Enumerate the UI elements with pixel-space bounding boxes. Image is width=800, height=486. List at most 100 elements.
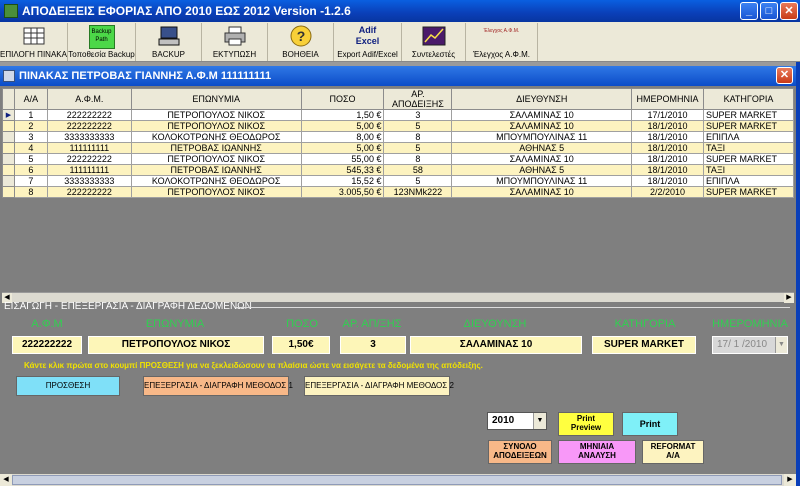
column-header[interactable]: Α.Φ.Μ. [46,88,132,110]
table-cell[interactable]: 545,33 € [300,164,385,176]
table-cell[interactable]: ΠΕΤΡΟΒΑΣ ΙΩΑΝΝΗΣ [130,142,302,154]
table-cell[interactable]: 8 [383,131,453,143]
toolbar-print-button[interactable]: ΕΚΤΥΠΩΣΗ [202,23,268,61]
row-selector[interactable] [2,120,15,132]
total-receipts-button[interactable]: ΣΥΝΟΛΟ ΑΠΟΔΕΙΞΕΩΝ [488,440,552,464]
table-cell[interactable]: ΣΑΛΑΜΙΝΑΣ 10 [451,153,633,165]
table-cell[interactable]: ΠΕΤΡΟΒΑΣ ΙΩΑΝΝΗΣ [130,164,302,176]
table-row[interactable]: 3 3333333333 ΚΟΛΟΚΟΤΡΩΝΗΣ ΘΕΟΔΩΡΟΣ 8,00 €8 Μ… [2,131,794,143]
table-cell[interactable]: 18/1/2010 [631,175,704,187]
table-cell[interactable]: 222222222 [46,153,132,165]
scroll-right-arrow-icon[interactable]: ▶ [784,293,794,303]
row-selector[interactable] [2,153,15,165]
table-window-close-button[interactable]: ✕ [776,67,793,84]
table-cell[interactable]: 111111111 [46,142,132,154]
receipts-grid[interactable]: Α/Α Α.Φ.Μ. ΕΠΩΝΥΜΙΑ ΠΟΣΟ ΑΡ. ΑΠΟΔΕΙΞΗΣ Δ… [2,88,794,296]
table-cell[interactable]: ΑΘΗΝΑΣ 5 [451,164,633,176]
chevron-down-icon[interactable]: ▼ [533,413,546,429]
table-cell[interactable]: ΜΠΟΥΜΠΟΥΛΙΝΑΣ 11 [451,175,633,187]
table-row[interactable]: 4 111111111 ΠΕΤΡΟΒΑΣ ΙΩΑΝΝΗΣ 5,00 €5 ΑΘΗΝΑΣ … [2,142,794,154]
table-cell[interactable]: SUPER MARKET [703,153,794,165]
maximize-button[interactable]: □ [760,2,778,20]
column-header[interactable]: ΠΟΣΟ [300,88,385,110]
table-row[interactable]: 8 222222222 ΠΕΤΡΟΠΟΥΛΟΣ ΝΙΚΟΣ 3.005,50 €123… [2,186,794,198]
scroll-right-arrow-icon[interactable]: ▶ [784,474,796,486]
table-cell[interactable]: 222222222 [46,186,132,198]
table-row[interactable]: 5 222222222 ΠΕΤΡΟΠΟΥΛΟΣ ΝΙΚΟΣ 55,00 €8 ΣΑΛΑΜ… [2,153,794,165]
table-cell[interactable]: ΣΑΛΑΜΙΝΑΣ 10 [451,109,633,121]
table-cell[interactable]: 18/1/2010 [631,131,704,143]
column-header[interactable]: Α/Α [13,88,48,110]
category-field[interactable]: SUPER MARKET [592,336,696,354]
table-cell[interactable]: 58 [383,164,453,176]
column-header[interactable]: ΑΡ. ΑΠΟΔΕΙΞΗΣ [383,88,453,110]
toolbar-backup-path-button[interactable]: Backup Path Τοποθεσία Backup [68,23,136,61]
table-cell[interactable]: 1 [13,109,48,121]
column-header[interactable]: ΔΙΕΥΘΥΝΣΗ [451,88,633,110]
table-cell[interactable]: 17/1/2010 [631,109,704,121]
table-cell[interactable]: ΠΕΤΡΟΠΟΥΛΟΣ ΝΙΚΟΣ [130,186,302,198]
table-cell[interactable]: 4 [13,142,48,154]
table-cell[interactable]: 3333333333 [46,175,132,187]
print-preview-button[interactable]: Print Preview [558,412,614,436]
add-button[interactable]: ΠΡΟΣΘΕΣΗ [16,376,120,396]
receipt-number-field[interactable]: 3 [340,336,406,354]
table-cell[interactable]: ΕΠΙΠΛΑ [703,175,794,187]
table-row[interactable]: 7 3333333333 ΚΟΛΟΚΟΤΡΩΝΗΣ ΘΕΟΔΩΡΟΣ 15,52 €5… [2,175,794,187]
table-cell[interactable]: ΠΕΤΡΟΠΟΥΛΟΣ ΝΙΚΟΣ [130,153,302,165]
row-selector[interactable] [2,142,15,154]
row-selector[interactable] [2,164,15,176]
column-header[interactable]: ΚΑΤΗΓΟΡΙΑ [703,88,794,110]
table-cell[interactable]: 18/1/2010 [631,120,704,132]
toolbar-coefficients-button[interactable]: Συντελεστές [402,23,466,61]
table-cell[interactable]: 3333333333 [46,131,132,143]
table-cell[interactable]: ΣΑΛΑΜΙΝΑΣ 10 [451,120,633,132]
table-cell[interactable]: 5,00 € [300,142,385,154]
reformat-button[interactable]: REFORMAT Α/Α [642,440,704,464]
table-cell[interactable]: 6 [13,164,48,176]
table-cell[interactable]: 2/2/2010 [631,186,704,198]
row-selector[interactable] [2,186,15,198]
table-cell[interactable]: 18/1/2010 [631,164,704,176]
table-cell[interactable]: ΠΕΤΡΟΠΟΥΛΟΣ ΝΙΚΟΣ [130,120,302,132]
row-selector[interactable] [2,175,15,187]
table-cell[interactable]: 1,50 € [300,109,385,121]
table-row[interactable]: ▶ 1 222222222 ΠΕΤΡΟΠΟΥΛΟΣ ΝΙΚΟΣ 1,50 €3 ΣΑΛΑΜ… [2,109,794,121]
table-cell[interactable]: 5 [383,142,453,154]
table-cell[interactable]: 5,00 € [300,120,385,132]
column-header[interactable]: ΗΜΕΡΟΜΗΝΙΑ [631,88,704,110]
column-header[interactable]: ΕΠΩΝΥΜΙΑ [130,88,302,110]
table-cell[interactable]: 8,00 € [300,131,385,143]
afm-field[interactable]: 222222222 [12,336,82,354]
table-cell[interactable]: 3 [13,131,48,143]
year-select[interactable]: 2010 ▼ [487,412,547,430]
table-cell[interactable]: 18/1/2010 [631,142,704,154]
table-cell[interactable]: SUPER MARKET [703,186,794,198]
monthly-analysis-button[interactable]: ΜΗΝΙΑΙΑ ΑΝΑΛΥΣΗ [558,440,636,464]
table-cell[interactable]: 7 [13,175,48,187]
table-cell[interactable]: 5 [383,120,453,132]
table-cell[interactable]: ΤΑΞΙ [703,142,794,154]
table-cell[interactable]: 5 [383,175,453,187]
close-button[interactable]: ✕ [780,2,798,20]
current-row-indicator-icon[interactable]: ▶ [2,109,15,121]
table-cell[interactable]: 8 [13,186,48,198]
amount-field[interactable]: 1,50€ [272,336,330,354]
row-selector[interactable] [2,131,15,143]
table-cell[interactable]: 5 [13,153,48,165]
table-cell[interactable]: 123ΝΜk222 [383,186,453,198]
table-cell[interactable]: ΤΑΞΙ [703,164,794,176]
table-cell[interactable]: 222222222 [46,120,132,132]
edit-delete-method1-button[interactable]: ΕΠΕΞΕΡΓΑΣΙΑ - ΔΙΑΓΡΑΦΗ ΜΕΘΟΔΟΣ 1 [143,376,293,396]
scroll-left-arrow-icon[interactable]: ◀ [0,474,12,486]
table-cell[interactable]: ΚΟΛΟΚΟΤΡΩΝΗΣ ΘΕΟΔΩΡΟΣ [130,175,302,187]
table-cell[interactable]: ΜΠΟΥΜΠΟΥΛΙΝΑΣ 11 [451,131,633,143]
chevron-down-icon[interactable]: ▼ [775,337,787,353]
toolbar-export-excel-button[interactable]: Adif Excel Export Adif/Excel [334,23,402,61]
table-cell[interactable]: 3 [383,109,453,121]
table-cell[interactable]: SUPER MARKET [703,109,794,121]
form-horizontal-scrollbar[interactable]: ◀ ▶ [0,474,796,486]
table-cell[interactable]: 18/1/2010 [631,153,704,165]
table-cell[interactable]: 222222222 [46,109,132,121]
name-field[interactable]: ΠΕΤΡΟΠΟΥΛΟΣ ΝΙΚΟΣ [88,336,264,354]
